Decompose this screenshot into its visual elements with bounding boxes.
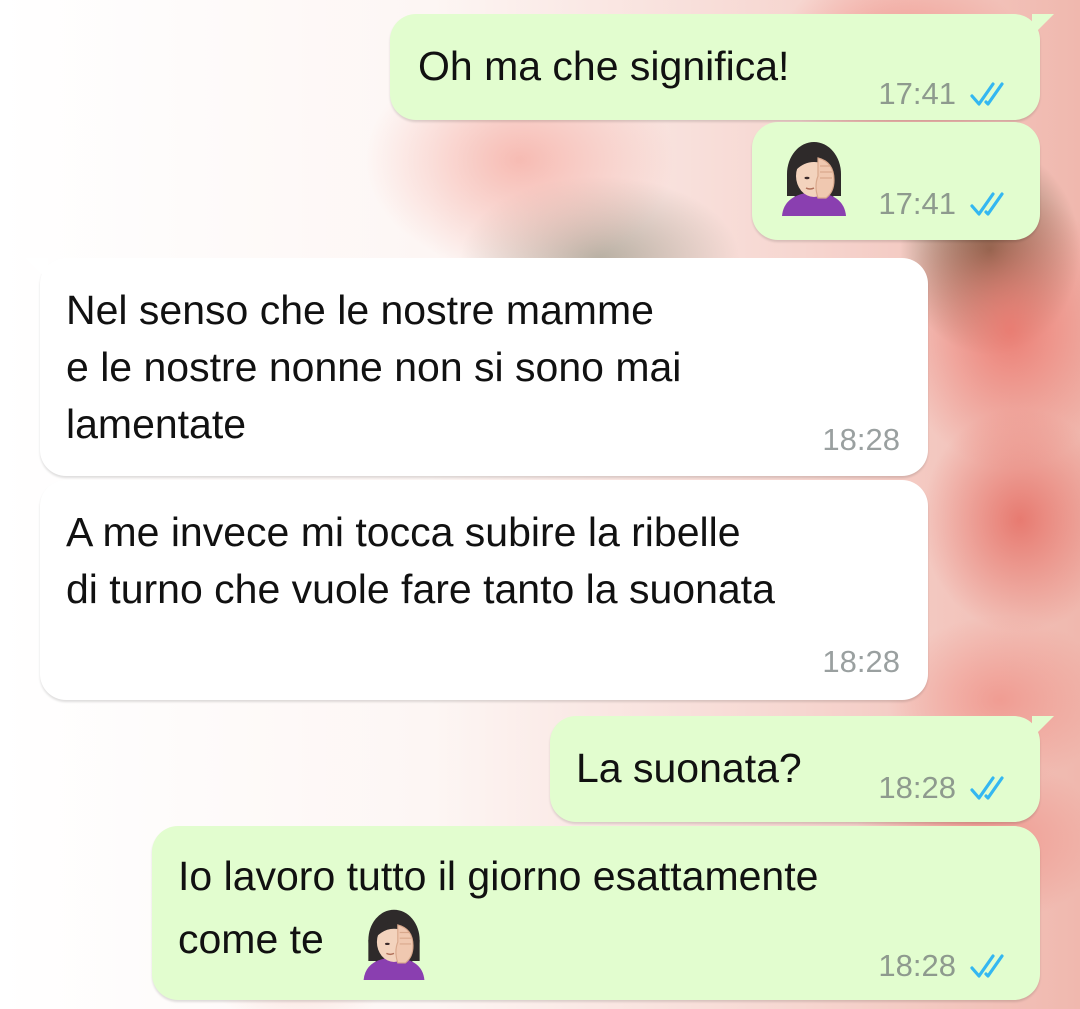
message-time: 18:28 [822, 422, 900, 457]
read-double-check-icon [970, 82, 1004, 106]
message-text-line: di turno che vuole fare tanto la suonata [66, 566, 775, 612]
bubble-tail [26, 258, 48, 280]
message-text-line: Nel senso che le nostre mamme [66, 287, 654, 333]
read-double-check-icon [970, 954, 1004, 978]
message-text-line: lamentate [66, 401, 247, 447]
message-meta: 17:41 [878, 76, 1014, 112]
message-time: 17:41 [878, 186, 956, 221]
read-double-check-icon [970, 192, 1004, 216]
bubble-tail [1032, 14, 1054, 36]
message-time: 18:28 [822, 644, 900, 679]
message-text: La suonata? [576, 745, 802, 791]
read-double-check-icon [970, 776, 1004, 800]
message-text-line: e le nostre nonne non si sono mai [66, 344, 682, 390]
chat-message-list: Oh ma che significa! 17:41 17:41 Nel sen… [0, 0, 1080, 1009]
message-bubble-incoming[interactable]: Nel senso che le nostre mamme e le nostr… [26, 258, 928, 476]
message-meta: 18:28 [822, 644, 900, 680]
woman-facepalming-emoji [782, 142, 846, 216]
message-text-line: come te [178, 916, 324, 962]
message-meta: 18:28 [822, 422, 900, 458]
message-bubble-outgoing[interactable]: La suonata? 18:28 [550, 716, 1054, 822]
message-time: 17:41 [878, 76, 956, 111]
bubble-tail [1032, 716, 1054, 738]
message-meta: 18:28 [878, 948, 1014, 984]
message-time: 18:28 [878, 770, 956, 805]
woman-facepalming-emoji [363, 909, 425, 980]
message-time: 18:28 [878, 948, 956, 983]
message-bubble-outgoing[interactable]: Io lavoro tutto il giorno esattamente co… [152, 826, 1040, 1000]
message-meta: 18:28 [878, 770, 1014, 806]
message-bubble-outgoing[interactable]: 17:41 [752, 122, 1040, 240]
message-text-line: Io lavoro tutto il giorno esattamente [178, 853, 819, 899]
message-meta: 17:41 [878, 186, 1014, 222]
message-text: Oh ma che significa! [418, 43, 790, 89]
message-bubble-outgoing[interactable]: Oh ma che significa! 17:41 [390, 14, 1054, 120]
message-bubble-incoming[interactable]: A me invece mi tocca subire la ribelle d… [40, 480, 928, 700]
message-text-line: A me invece mi tocca subire la ribelle [66, 509, 741, 555]
